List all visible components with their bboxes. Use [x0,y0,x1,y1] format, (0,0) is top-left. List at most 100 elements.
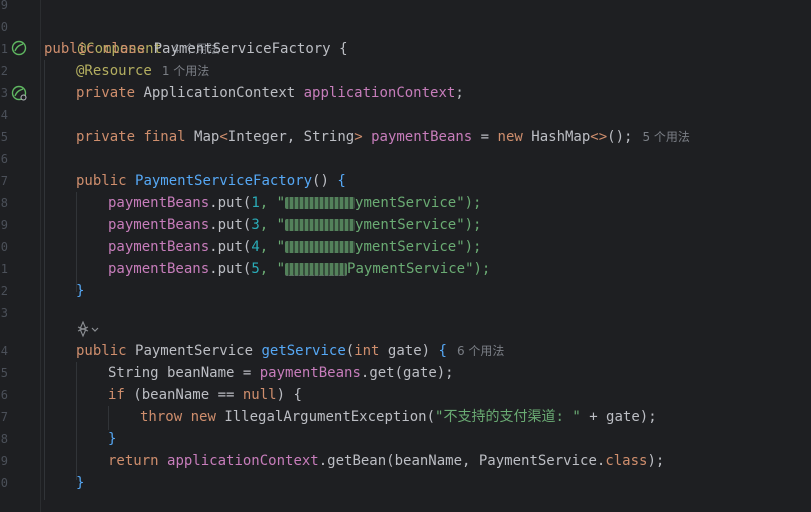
type: Integer, String [227,129,355,145]
line-number: 6 [0,152,8,166]
field: paymentBeans [108,261,210,277]
indent-guide [108,406,109,430]
string: , " [259,195,286,211]
string: "); [456,217,482,233]
number: 5 [251,261,260,277]
keyword: null [242,387,277,403]
redacted-text [285,241,356,253]
spring-bean-icon[interactable] [11,85,27,101]
line-number: 5 [0,130,8,144]
type: PaymentService [135,343,254,359]
line-number: 9 [0,218,8,232]
punct: (); [607,129,633,145]
function-name: getService [261,343,346,359]
brace: } [76,283,85,299]
usage-hint[interactable]: 6 个用法 [457,344,504,358]
punct: () [312,173,329,189]
keyword: new [497,129,523,145]
indent-guide [76,362,77,480]
field: paymentBeans [108,217,210,233]
indent-guide [76,192,77,292]
keyword: if [108,387,125,403]
code-line: if (beanName == null) { [108,384,302,406]
string: ymentService [355,217,457,233]
usage-hint[interactable]: 5 个用法 [642,130,689,144]
punct: .put( [209,195,252,211]
type: ApplicationContext [143,85,296,101]
string: , " [259,239,286,255]
code-line: throw new IllegalArgumentException("不支持的… [140,406,657,428]
line-number: 1 [0,42,8,56]
gutter-separator [40,0,41,512]
code-line: paymentBeans.put(3, " ymentService"); [108,214,482,236]
line-number: 1 [0,262,8,276]
line-number: 2 [0,284,8,298]
line-number [0,320,8,342]
keyword: public [76,173,127,189]
keyword: private [76,129,136,145]
code-line: paymentBeans.put(5, " PaymentService"); [108,258,490,280]
spring-bean-icon[interactable] [11,40,27,56]
line-number: 6 [0,388,8,402]
punct: <> [590,129,608,145]
code-line: public PaymentService getService(int gat… [76,340,504,362]
code-editor[interactable]: @Component 4 个用法 public class PaymentServ… [44,0,811,512]
line-number: 4 [0,344,8,358]
punct: ( [345,343,355,359]
number: 4 [251,239,260,255]
keyword: return [108,453,159,469]
field: paymentBeans [259,365,361,381]
code-line: private ApplicationContext applicationCo… [76,82,464,104]
string: , " [259,217,286,233]
number: 3 [251,217,260,233]
string: "); [456,195,482,211]
keyword: public [44,41,95,57]
punct: .put( [209,217,252,233]
brace: { [337,173,346,189]
punct: ; [455,85,464,101]
punct: = [472,129,498,145]
usage-hint[interactable]: 1 个用法 [162,64,209,78]
brace: } [108,431,117,447]
type: HashMap [531,129,591,145]
line-number: 0 [0,240,8,254]
line-number: 0 [0,476,8,490]
line-number: 3 [0,86,8,100]
code-line: } [76,280,84,302]
code-line: @Component 4 个用法 [44,16,220,57]
type: IllegalArgumentException( [215,409,436,425]
keyword: class [103,41,146,57]
field: paymentBeans [108,195,210,211]
string: "); [456,239,482,255]
code-line: String beanName = paymentBeans.get(gate)… [108,362,454,384]
line-number: 8 [0,432,8,446]
expr: ) { [276,387,302,403]
code-line: } [108,428,116,450]
line-number: 4 [0,108,8,122]
redacted-text [285,219,356,231]
field: applicationContext [167,453,319,469]
expr: .getBean(beanName, PaymentService. [318,453,606,469]
code-line: paymentBeans.put(4, " ymentService"); [108,236,482,258]
punct: .get(gate); [360,365,454,381]
redacted-text [285,262,348,276]
code-line: paymentBeans.put(1, " ymentService"); [108,192,482,214]
string: ymentService [355,195,457,211]
annotation: @Resource [76,63,152,79]
line-number: 2 [0,64,8,78]
keyword: throw [140,409,183,425]
function-name: PaymentServiceFactory [135,173,313,189]
number: 1 [251,195,260,211]
punct: .put( [209,261,252,277]
line-gutter: 9012345678901234567890 [0,0,40,512]
code-line: @Resource 1 个用法 [76,60,209,82]
ai-assistant-icon[interactable] [76,320,100,338]
brace: { [339,41,348,57]
line-number: 7 [0,174,8,188]
string: "); [465,261,491,277]
string: "不支持的支付渠道: " [435,409,581,425]
redacted-text [285,197,356,209]
line-number: 9 [0,454,8,468]
line-number: 5 [0,366,8,380]
keyword: new [190,409,216,425]
